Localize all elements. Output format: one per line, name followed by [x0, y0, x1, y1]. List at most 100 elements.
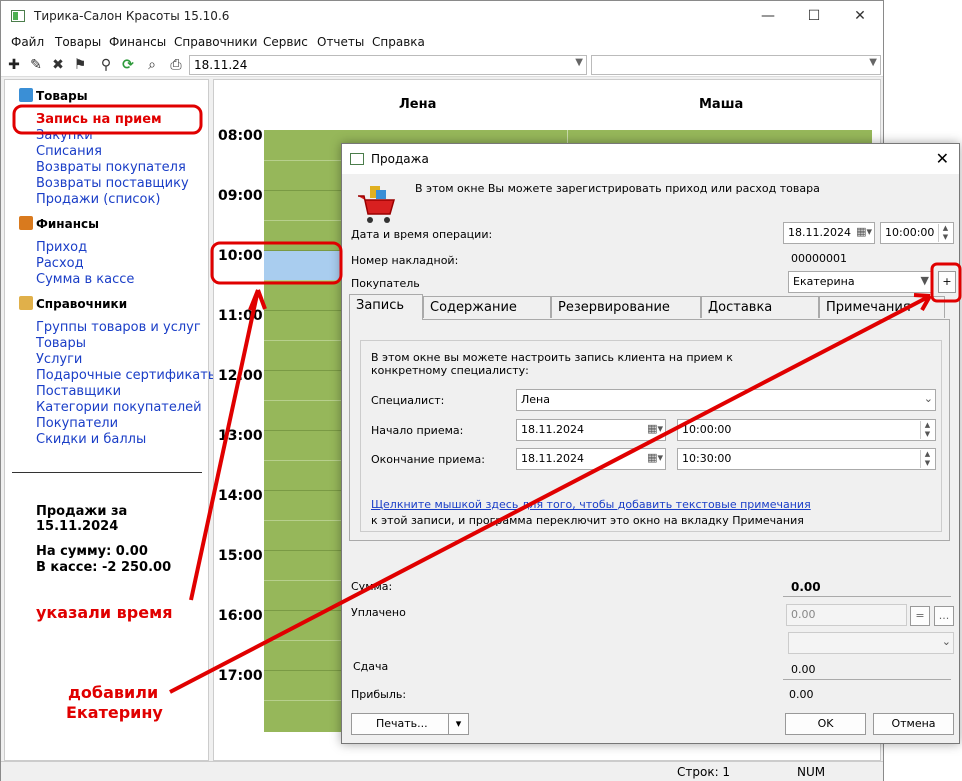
sidebar-item-gift-cards[interactable]: Подарочные сертификаты	[36, 368, 218, 383]
panel-description: В этом окне вы можете настроить запись к…	[371, 351, 733, 377]
start-date-field[interactable]: 18.11.2024 ▦▾	[516, 419, 666, 441]
chevron-down-icon: ⌄	[923, 392, 933, 405]
buyer-value: Екатерина	[793, 275, 855, 288]
sidebar-item-groups[interactable]: Группы товаров и услуг	[36, 320, 201, 335]
menu-references[interactable]: Справочники	[174, 35, 257, 49]
annotation-time: указали время	[36, 603, 173, 622]
sidebar-item-goods[interactable]: Товары	[36, 336, 86, 351]
paid-label: Уплачено	[351, 606, 406, 619]
end-time-field[interactable]: 10:30:00 ▲ ▼	[677, 448, 936, 470]
time-field[interactable]: 10:00:00 ▲ ▼	[880, 222, 954, 244]
spinner-icon[interactable]: ▲ ▼	[920, 421, 934, 439]
chevron-down-icon[interactable]: ▼	[921, 274, 929, 287]
dialog-close-button[interactable]: ✕	[936, 149, 949, 168]
edit-icon[interactable]: ✎	[27, 56, 45, 74]
sidebar-item-supplier-returns[interactable]: Возвраты поставщику	[36, 176, 189, 191]
calendar-icon[interactable]: ▦▾	[856, 225, 872, 238]
equals-button[interactable]: =	[910, 606, 930, 626]
app-icon	[11, 10, 25, 22]
hour-label: 12:00	[218, 368, 263, 384]
tab-record[interactable]: Запись	[349, 294, 423, 320]
specialist-select[interactable]: Лена ⌄	[516, 389, 936, 411]
start-date-value: 18.11.2024	[521, 423, 584, 436]
app-icon	[350, 153, 364, 165]
menu-help[interactable]: Справка	[372, 35, 425, 49]
start-time-field[interactable]: 10:00:00 ▲ ▼	[677, 419, 936, 441]
link-icon[interactable]: ⚲	[97, 56, 115, 74]
sidebar-item-customers[interactable]: Покупатели	[36, 416, 118, 431]
menu-reports[interactable]: Отчеты	[317, 35, 364, 49]
menu-finance[interactable]: Финансы	[109, 35, 166, 49]
hour-label: 16:00	[218, 608, 263, 624]
notes-link[interactable]: Щелкните мышкой здесь для того, чтобы до…	[371, 498, 811, 511]
change-value: 0.00	[791, 663, 816, 676]
tab-notes[interactable]: Примечания	[819, 296, 945, 318]
sidebar-item-expense[interactable]: Расход	[36, 256, 84, 271]
sidebar-item-cash[interactable]: Сумма в кассе	[36, 272, 134, 287]
print-button-label: Печать...	[376, 717, 428, 730]
hour-label: 09:00	[218, 188, 263, 204]
sum-underline	[783, 596, 951, 597]
flag-icon[interactable]: ⚑	[71, 56, 89, 74]
sum-label: Сумма:	[351, 580, 393, 593]
section-references-title: Справочники	[36, 297, 128, 311]
add-icon[interactable]: ✚	[5, 56, 23, 74]
print-icon[interactable]: ⎙	[167, 56, 185, 74]
sidebar-item-customer-categories[interactable]: Категории покупателей	[36, 400, 202, 415]
date-value: 18.11.2024	[788, 226, 851, 239]
search-icon[interactable]: ⌕	[143, 56, 161, 74]
profit-label: Прибыль:	[351, 688, 407, 701]
sidebar-item-writeoffs[interactable]: Списания	[36, 144, 102, 159]
sale-dialog: Продажа ✕ В этом окне Вы можете зарегист…	[341, 143, 960, 744]
tab-content[interactable]: Содержание	[423, 296, 551, 318]
paid-field[interactable]: 0.00	[786, 604, 907, 626]
column-header-lena: Лена	[399, 97, 437, 112]
refresh-icon[interactable]: ⟳	[119, 56, 137, 74]
menu-goods[interactable]: Товары	[55, 35, 101, 49]
wallet-icon	[19, 216, 33, 230]
add-buyer-button[interactable]: +	[938, 271, 956, 293]
calendar-icon[interactable]: ▦▾	[647, 422, 663, 435]
filter-combo[interactable]: ▼	[591, 55, 881, 75]
profit-value: 0.00	[789, 688, 814, 701]
sidebar-item-sales-list[interactable]: Продажи (список)	[36, 192, 160, 207]
date-combo[interactable]: 18.11.24 ▼	[189, 55, 587, 75]
hour-label: 17:00	[218, 668, 263, 684]
menu-service[interactable]: Сервис	[263, 35, 308, 49]
chevron-down-icon: ▼	[575, 57, 583, 68]
minimize-button[interactable]: —	[745, 1, 791, 31]
paid-value: 0.00	[791, 608, 816, 621]
hour-label: 15:00	[218, 548, 263, 564]
ok-button[interactable]: OK	[785, 713, 866, 735]
change-underline	[783, 679, 951, 680]
specialist-label: Специалист:	[371, 394, 445, 407]
sidebar-item-income[interactable]: Приход	[36, 240, 87, 255]
buyer-combo[interactable]: Екатерина ▼	[788, 271, 932, 293]
start-time-value: 10:00:00	[682, 423, 732, 436]
sidebar-item-services[interactable]: Услуги	[36, 352, 82, 367]
maximize-button[interactable]: ☐	[791, 1, 837, 31]
sidebar-item-discounts[interactable]: Скидки и баллы	[36, 432, 146, 447]
sidebar: Товары Запись на прием Закупки Списания …	[4, 79, 218, 761]
spinner-icon[interactable]: ▲ ▼	[938, 224, 952, 242]
sidebar-item-suppliers[interactable]: Поставщики	[36, 384, 121, 399]
print-button[interactable]: Печать... ▾	[351, 713, 469, 735]
cancel-button[interactable]: Отмена	[873, 713, 954, 735]
sidebar-item-customer-returns[interactable]: Возвраты покупателя	[36, 160, 186, 175]
spinner-icon[interactable]: ▲ ▼	[920, 450, 934, 468]
chevron-down-icon[interactable]: ▾	[448, 714, 468, 734]
more-button[interactable]: ...	[934, 606, 954, 626]
column-header-masha: Маша	[699, 97, 744, 112]
calendar-icon[interactable]: ▦▾	[647, 451, 663, 464]
tab-delivery[interactable]: Доставка	[701, 296, 819, 318]
close-button[interactable]: ✕	[837, 1, 883, 31]
payment-type-select[interactable]: ⌄	[788, 632, 954, 654]
end-date-field[interactable]: 18.11.2024 ▦▾	[516, 448, 666, 470]
hour-label: 08:00	[218, 128, 263, 144]
sidebar-item-appointment[interactable]: Запись на прием	[36, 112, 162, 127]
sidebar-item-purchases[interactable]: Закупки	[36, 128, 93, 143]
tab-reservation[interactable]: Резервирование	[551, 296, 701, 318]
date-field[interactable]: 18.11.2024 ▦▾	[783, 222, 875, 244]
menu-file[interactable]: Файл	[11, 35, 44, 49]
delete-icon[interactable]: ✖	[49, 56, 67, 74]
